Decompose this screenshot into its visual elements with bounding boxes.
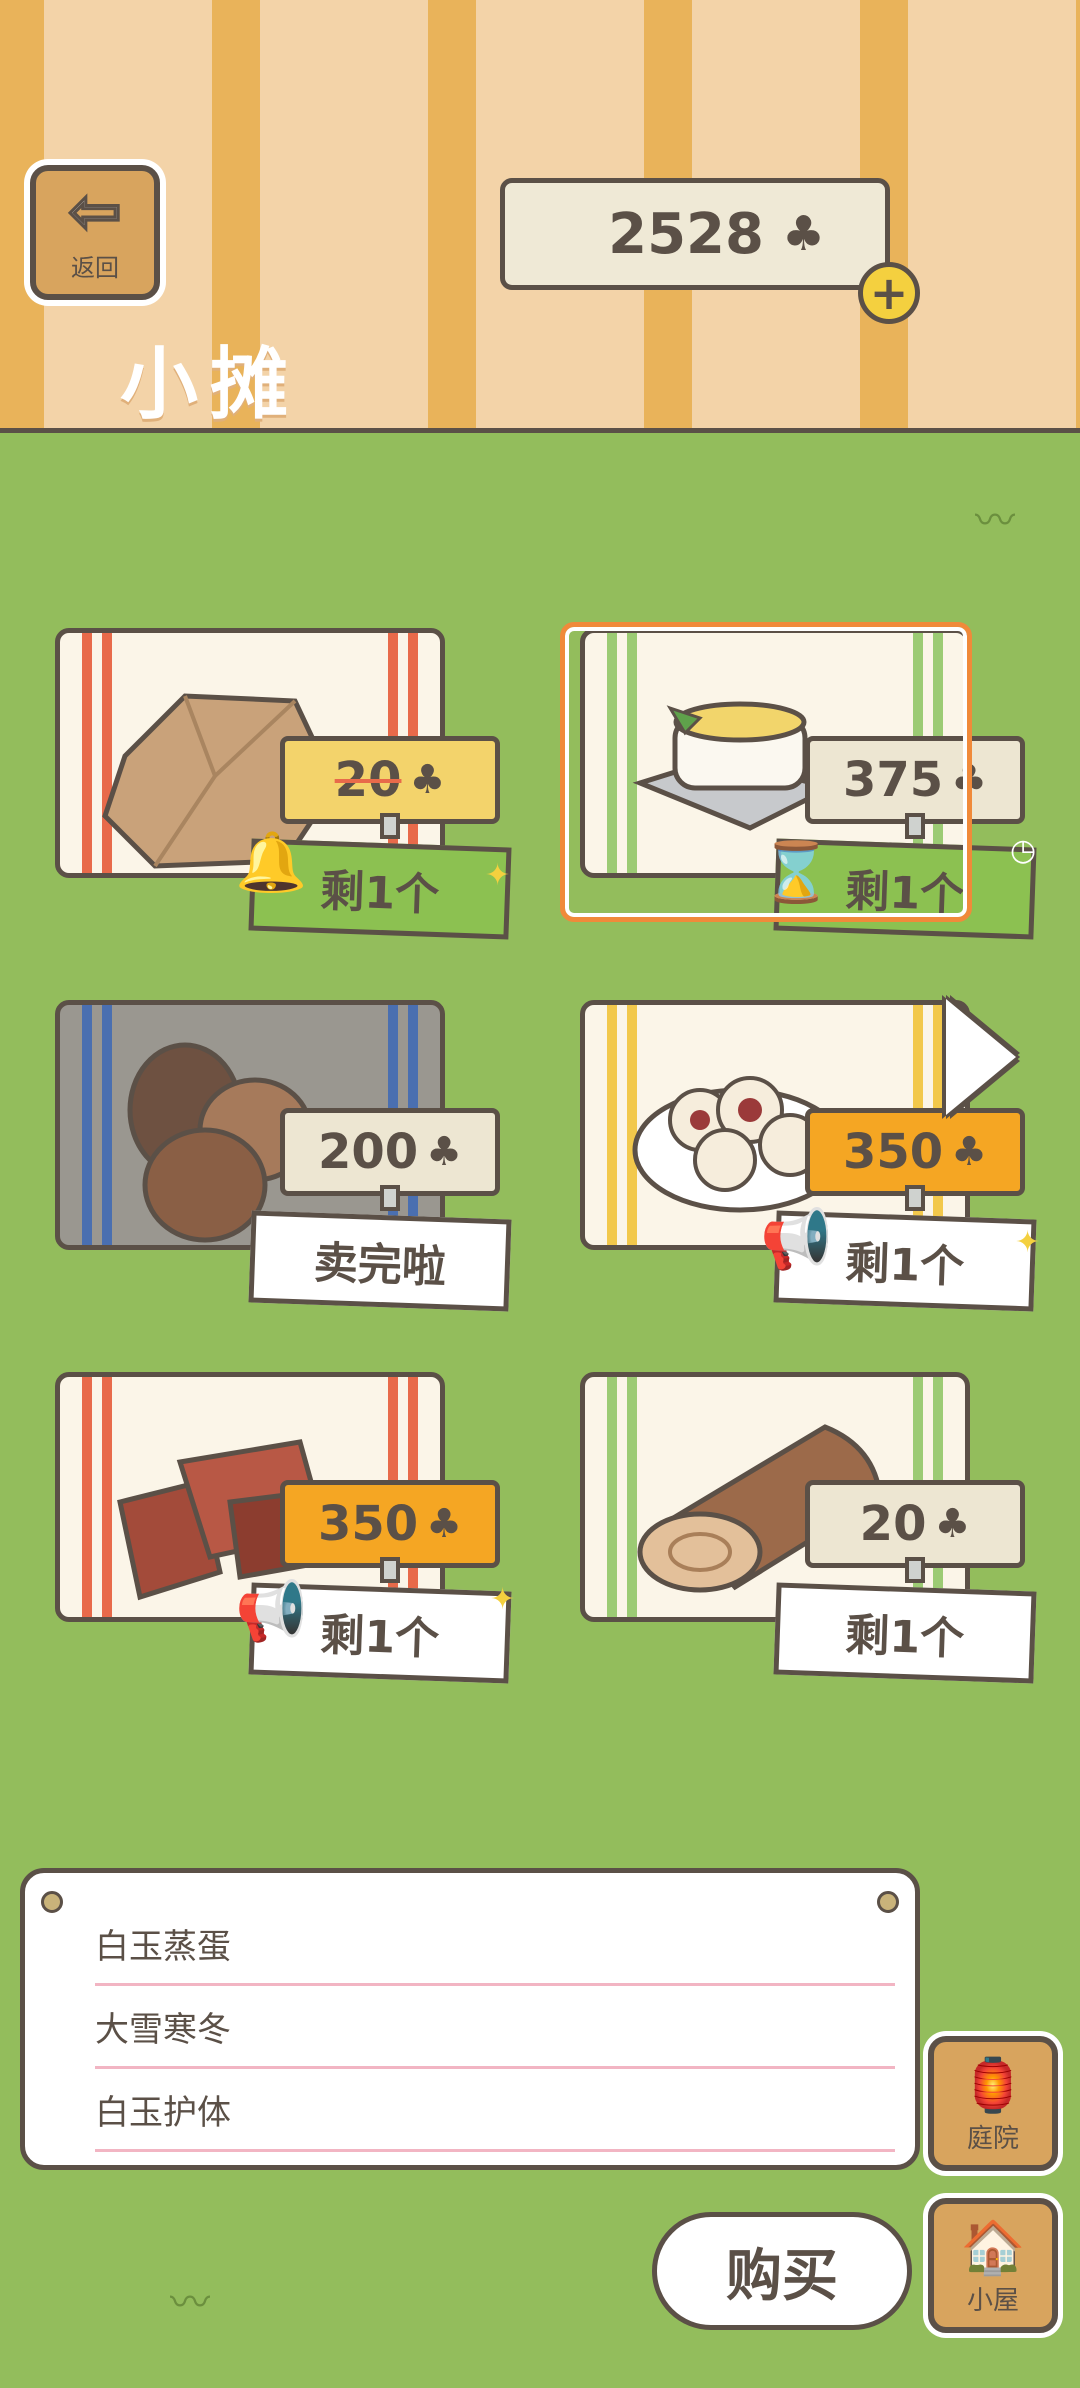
- clover-icon: ♣: [781, 206, 825, 262]
- house-label: 小屋: [966, 2286, 1019, 2316]
- tag-clip: [380, 813, 400, 839]
- item-price-value: 350: [317, 1496, 419, 1552]
- sparkle-icon: ✦: [485, 858, 511, 893]
- buy-button[interactable]: 购买: [652, 2212, 912, 2330]
- memo-line: 大雪寒冬: [95, 1986, 895, 2069]
- add-clover-button[interactable]: +: [858, 262, 920, 324]
- megaphone-icon: 📢: [235, 1577, 308, 1645]
- item-price: 350 ♣: [280, 1480, 500, 1568]
- tag-clip: [380, 1557, 400, 1583]
- house-icon: 🏠: [960, 2218, 1026, 2278]
- sparkle-icon: ✦: [490, 1582, 516, 1617]
- memo-line: 白玉蒸蛋: [95, 1903, 895, 1986]
- selected-item-highlight: [560, 622, 972, 922]
- clover-balance: 2528 ♣: [500, 178, 890, 290]
- clock-icon: ◷: [1010, 833, 1037, 868]
- grass-decoration: 〰: [170, 2280, 210, 2326]
- sparkle-icon: ✦: [1015, 1225, 1041, 1260]
- item-price-value: 20: [334, 752, 402, 808]
- memo-line: 白玉护体: [95, 2069, 895, 2152]
- house-button[interactable]: 🏠 小屋: [928, 2198, 1058, 2333]
- memo-panel: 白玉蒸蛋 大雪寒冬 白玉护体: [20, 1868, 920, 2170]
- shop-item-1[interactable]: 20 ♣ 剩1个 🔔 ✦: [45, 628, 515, 958]
- pin-icon: [41, 1891, 63, 1913]
- item-price-value: 200: [317, 1124, 419, 1180]
- back-arrow-icon: ⇦: [67, 175, 124, 249]
- yard-button[interactable]: 🏮 庭院: [928, 2036, 1058, 2171]
- clover-icon: ♣: [426, 1129, 463, 1175]
- clover-icon: ♣: [951, 1129, 988, 1175]
- clover-icon: ♣: [426, 1501, 463, 1547]
- page-title: 小摊: [120, 340, 301, 430]
- tag-clip: [905, 1185, 925, 1211]
- back-label: 返回: [71, 254, 119, 282]
- shop-item-3[interactable]: 200 ♣ 卖完啦: [45, 1000, 515, 1330]
- yard-icon: 🏮: [960, 2056, 1026, 2116]
- tag-clip: [380, 1185, 400, 1211]
- clover-icon: ♣: [409, 757, 446, 803]
- bell-icon: 🔔: [235, 828, 308, 896]
- tag-clip: [905, 1557, 925, 1583]
- item-price: 20 ♣: [805, 1480, 1025, 1568]
- clover-count: 2528: [608, 201, 764, 267]
- item-price-value: 350: [842, 1124, 944, 1180]
- chevron-right-icon: [946, 999, 1016, 1115]
- item-price: 200 ♣: [280, 1108, 500, 1196]
- sold-out-label: 卖完啦: [248, 1210, 512, 1312]
- megaphone-icon: 📢: [760, 1205, 833, 1273]
- shop-item-6[interactable]: 20 ♣ 剩1个: [570, 1372, 1040, 1702]
- item-price: 20 ♣: [280, 736, 500, 824]
- yard-label: 庭院: [966, 2124, 1019, 2154]
- shop-item-5[interactable]: 350 ♣ 剩1个 📢 ✦: [45, 1372, 515, 1702]
- item-stock: 剩1个: [773, 1582, 1037, 1684]
- back-button[interactable]: ⇦ 返回: [30, 165, 160, 300]
- clover-icon: ♣: [934, 1501, 971, 1547]
- next-page-button[interactable]: [936, 988, 1026, 1126]
- grass-decoration: 〰: [975, 498, 1015, 544]
- item-price-value: 20: [859, 1496, 927, 1552]
